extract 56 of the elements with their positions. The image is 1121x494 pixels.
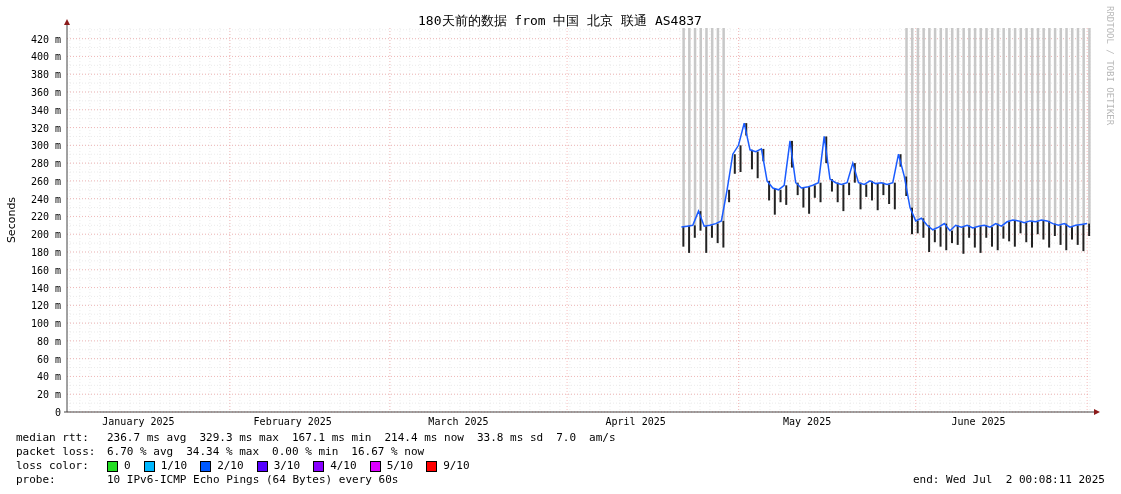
x-tick-label: January 2025 [102, 416, 175, 427]
legend-label: packet loss: [16, 445, 97, 459]
y-tick-label: 60 m [36, 353, 61, 365]
y-tick-label: 120 m [30, 300, 61, 312]
legend-value: 5/10 [386, 459, 414, 473]
legend-value: 16.67 % now [351, 445, 425, 459]
y-tick-label: 0 [54, 407, 61, 418]
y-tick-label: 300 m [30, 140, 61, 152]
y-tick-label: 40 m [36, 371, 61, 383]
legend-value: 4/10 [330, 459, 357, 473]
x-tick-label: May 2025 [783, 416, 832, 427]
x-tick-label: March 2025 [428, 416, 489, 427]
legend-value: 0 [124, 459, 131, 473]
x-tick-label: February 2025 [253, 416, 332, 427]
y-tick-label: 140 m [30, 282, 61, 294]
y-tick-label: 160 m [30, 264, 61, 276]
y-axis-label: Seconds [5, 196, 18, 244]
y-tick-label: 80 m [36, 335, 61, 347]
legend-value: 236.7 ms avg [107, 431, 187, 445]
legend-value: 214.4 ms now [384, 431, 464, 445]
y-tick-label: 320 m [30, 122, 61, 134]
y-tick-label: 340 m [30, 104, 61, 116]
legend-value: 167.1 ms min [291, 431, 372, 445]
end-time: end: Wed Jul 2 00:08:11 2025 [912, 473, 1105, 487]
legend-value: 0.00 % min [272, 445, 339, 459]
legend-value: 1/10 [160, 459, 188, 473]
y-tick-label: 200 m [30, 229, 61, 241]
y-tick-label: 380 m [30, 69, 61, 81]
y-tick-label: 360 m [30, 87, 61, 98]
legend-label: probe: [16, 473, 57, 487]
legend-value: 6.70 % avg [107, 445, 174, 459]
line-series [680, 122, 1088, 232]
legend-value: am/s [589, 431, 616, 445]
legend-value: 329.3 ms max [199, 431, 279, 445]
legend-value: 2/10 [217, 459, 244, 473]
y-tick-label: 180 m [30, 247, 61, 258]
y-tick-label: 280 m [30, 158, 61, 170]
legend-label: loss color: [16, 459, 90, 473]
y-tick-label: 240 m [30, 193, 61, 205]
legend-value: 10 IPv6-ICMP Echo Pings (64 Bytes) every 60s [107, 473, 399, 487]
y-tick-label: 420 m [30, 33, 61, 45]
legend-value: 34.34 % max [186, 445, 260, 459]
x-tick-label: April 2025 [605, 416, 666, 427]
y-tick-label: 400 m [30, 51, 61, 63]
x-tick-label: June 2025 [951, 416, 1006, 427]
legend-value: 33.8 ms sd [476, 431, 544, 445]
side-label: RRDTOOL / TOBI OETIKER [1105, 6, 1115, 126]
legend-value: 9/10 [443, 459, 470, 473]
legend-value: 7.0 [556, 431, 577, 445]
legend-value: 3/10 [273, 459, 301, 473]
legend-label: median rtt: [16, 431, 90, 445]
chart-title: 180天前的数据 from 中国 北京 联通 AS4837 [418, 13, 702, 28]
y-tick-label: 260 m [30, 175, 61, 187]
y-tick-label: 20 m [36, 389, 61, 401]
y-tick-label: 100 m [30, 318, 61, 330]
y-tick-label: 220 m [30, 211, 61, 223]
